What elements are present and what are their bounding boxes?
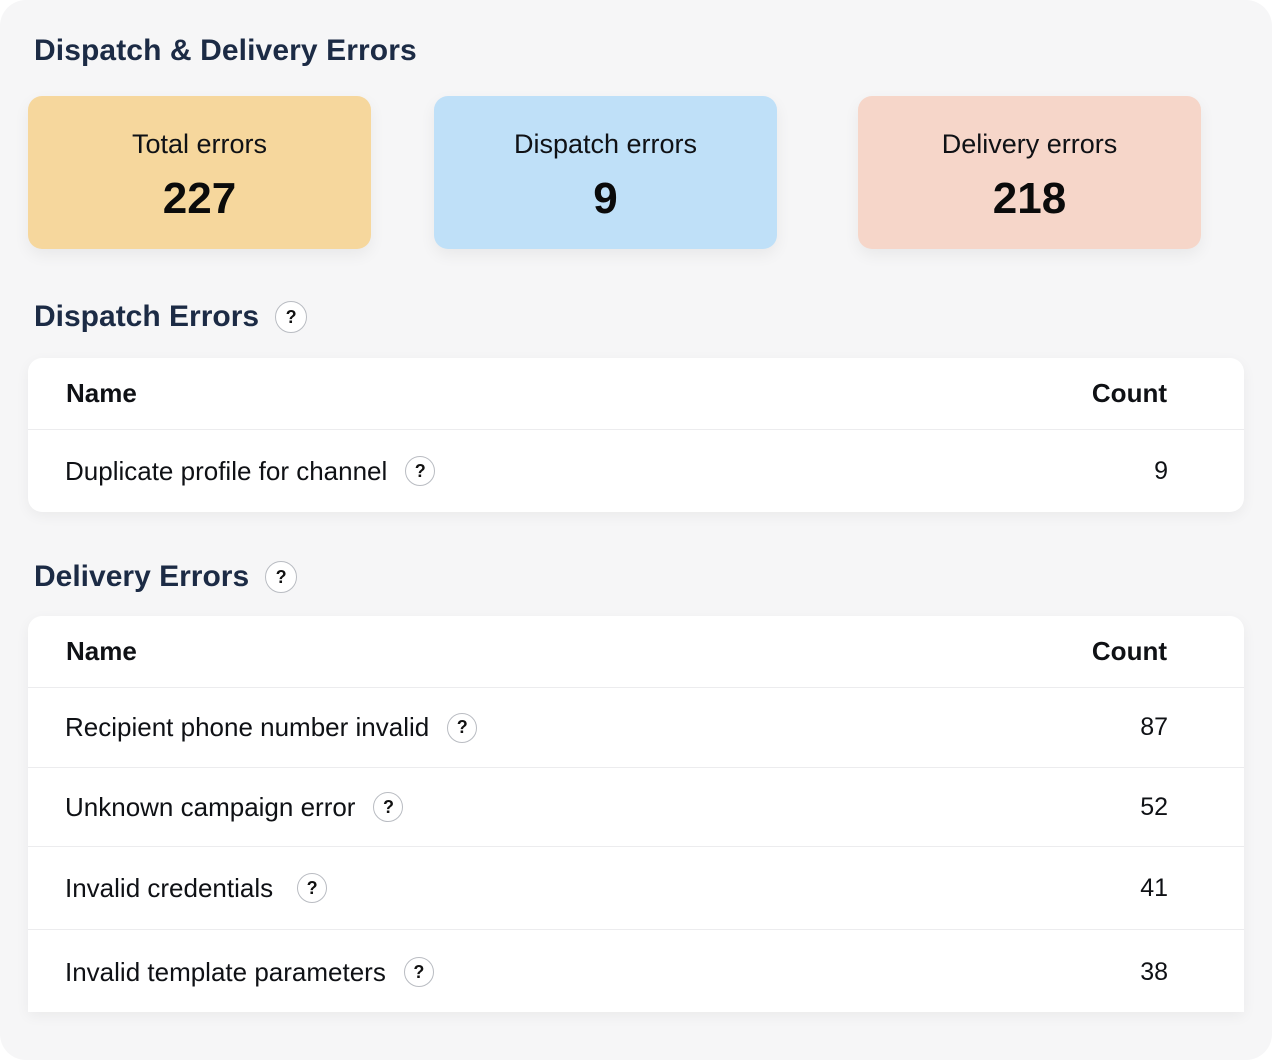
errors-panel: Dispatch & Delivery Errors Total errors … <box>0 0 1272 1060</box>
dispatch-errors-title: Dispatch Errors <box>34 300 260 333</box>
table-header: Name Count <box>28 616 1244 688</box>
column-header-count: Count <box>1091 636 1167 666</box>
total-errors-value: 227 <box>162 174 237 223</box>
error-count: 9 <box>1154 456 1168 485</box>
dispatch-errors-heading: Dispatch Errors ? <box>34 300 308 334</box>
error-count: 38 <box>1140 957 1168 986</box>
error-count: 41 <box>1140 873 1168 902</box>
error-name: Invalid template parameters <box>65 956 386 987</box>
delivery-errors-label: Delivery errors <box>941 129 1118 159</box>
table-row: Recipient phone number invalid ? 87 <box>28 688 1244 768</box>
question-circle-icon[interactable]: ? <box>403 957 434 987</box>
delivery-errors-heading: Delivery Errors ? <box>34 560 298 594</box>
question-circle-icon[interactable]: ? <box>297 873 328 903</box>
delivery-errors-card: Delivery errors 218 <box>858 96 1201 249</box>
error-name: Invalid credentials <box>65 872 274 903</box>
delivery-errors-value: 218 <box>992 174 1067 223</box>
error-count: 87 <box>1140 713 1168 741</box>
total-errors-card: Total errors 227 <box>28 96 371 249</box>
table-row: Unknown campaign error ? 52 <box>28 768 1244 847</box>
delivery-errors-title: Delivery Errors <box>34 560 250 593</box>
dispatch-errors-table: Name Count Duplicate profile for channel… <box>28 358 1244 512</box>
question-circle-icon[interactable]: ? <box>265 561 298 593</box>
table-row: Invalid template parameters ? 38 <box>28 930 1244 1012</box>
column-header-name: Name <box>66 378 137 408</box>
question-circle-icon[interactable]: ? <box>447 712 478 743</box>
table-row: Invalid credentials ? 41 <box>28 847 1244 930</box>
question-circle-icon[interactable]: ? <box>275 301 308 333</box>
error-count: 52 <box>1140 792 1168 821</box>
column-header-name: Name <box>66 636 137 666</box>
question-circle-icon[interactable]: ? <box>405 456 436 486</box>
error-name: Duplicate profile for channel <box>65 455 388 486</box>
dispatch-errors-card: Dispatch errors 9 <box>434 96 777 249</box>
table-header: Name Count <box>28 358 1244 430</box>
question-circle-icon[interactable]: ? <box>373 792 404 822</box>
total-errors-label: Total errors <box>131 129 268 159</box>
dispatch-errors-label: Dispatch errors <box>513 129 698 159</box>
error-name: Recipient phone number invalid <box>65 712 430 742</box>
table-row: Duplicate profile for channel ? 9 <box>28 430 1244 512</box>
error-name: Unknown campaign error <box>65 791 356 822</box>
page-title: Dispatch & Delivery Errors <box>34 34 417 67</box>
dispatch-errors-value: 9 <box>593 174 618 223</box>
column-header-count: Count <box>1091 378 1167 408</box>
delivery-errors-table: Name Count Recipient phone number invali… <box>28 616 1244 1012</box>
